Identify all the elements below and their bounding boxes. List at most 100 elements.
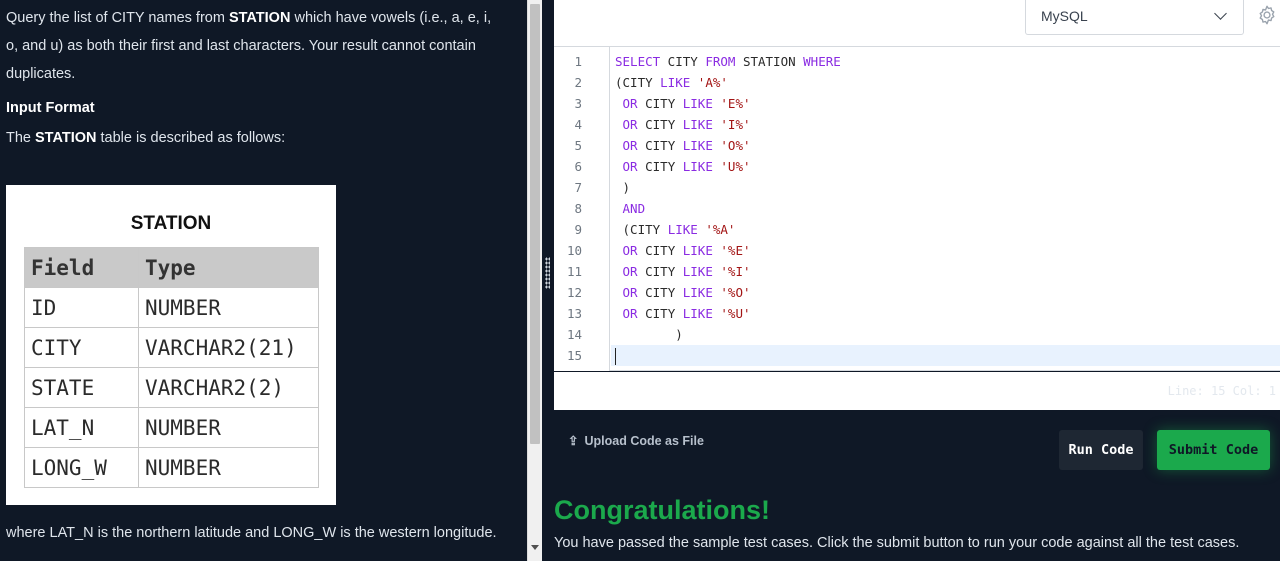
code-string: 'O%' <box>720 138 751 153</box>
editor-pane: MySQL 1 2 3 4 5 6 7 8 9 10 11 12 13 14 15 SELECT CITY … <box>554 0 1280 561</box>
code-string: '%O' <box>720 285 751 300</box>
type-cell: NUMBER <box>138 447 319 488</box>
upload-code-link[interactable]: ⇪ Upload Code as File <box>568 433 704 448</box>
code-keyword: OR <box>622 243 638 258</box>
upload-label: Upload Code as File <box>584 434 704 448</box>
problem-scrollbar[interactable] <box>527 0 542 561</box>
problem-pane: Query the list of CITY names from STATIO… <box>0 0 527 561</box>
code-token: CITY <box>637 285 683 300</box>
code-area[interactable]: SELECT CITY FROM STATION WHERE (CITY LIKE… <box>611 51 1280 366</box>
code-line <box>611 345 1280 366</box>
gear-icon[interactable] <box>1256 4 1278 26</box>
code-string: 'E%' <box>720 96 751 111</box>
code-line: OR CITY LIKE 'U%' <box>611 156 1280 177</box>
editor-toolbar: MySQL <box>554 0 1280 47</box>
scrollbar-thumb[interactable] <box>530 4 540 444</box>
line-number: 13 <box>566 306 582 321</box>
code-line: OR CITY LIKE 'I%' <box>611 114 1280 135</box>
code-token: CITY <box>637 264 683 279</box>
table-desc-name: STATION <box>35 130 97 146</box>
code-keyword: LIKE <box>660 75 691 90</box>
station-table-title: STATION <box>130 213 212 234</box>
code-line: SELECT CITY FROM STATION WHERE <box>611 51 1280 72</box>
code-token: CITY <box>660 54 706 69</box>
code-string: '%A' <box>705 222 736 237</box>
table-row: CITY VARCHAR2(21) <box>24 327 319 368</box>
table-header-row: Field Type <box>24 247 319 288</box>
cursor-position: Line: 15 Col: 1 <box>1167 384 1276 398</box>
code-string: 'A%' <box>697 75 728 90</box>
code-line: AND <box>611 198 1280 219</box>
code-line: ) <box>611 324 1280 345</box>
problem-table-name: STATION <box>228 10 291 26</box>
line-number: 5 <box>574 138 582 153</box>
code-keyword: OR <box>622 159 638 174</box>
run-code-button[interactable]: Run Code <box>1059 430 1143 470</box>
code-line: OR CITY LIKE 'E%' <box>611 93 1280 114</box>
language-select[interactable]: MySQL <box>1025 0 1244 35</box>
field-cell: LAT_N <box>24 407 139 448</box>
code-keyword: WHERE <box>803 54 841 69</box>
code-keyword: LIKE <box>682 159 713 174</box>
code-line: ) <box>611 177 1280 198</box>
drag-handle-icon[interactable] <box>545 257 550 289</box>
scroll-down-arrow-icon[interactable] <box>531 545 539 550</box>
input-format-heading: Input Format <box>6 100 95 116</box>
station-schema-image: STATION Field Type ID NUMBER CITY VARCHAR2… <box>6 185 336 505</box>
code-token: (CITY <box>615 75 661 90</box>
line-number: 3 <box>574 96 582 111</box>
line-number: 4 <box>574 117 582 132</box>
code-token: ) <box>615 327 683 342</box>
line-number: 12 <box>566 285 582 300</box>
code-token: CITY <box>637 306 683 321</box>
table-description: The STATION table is described as follow… <box>6 128 506 148</box>
code-string: '%U' <box>720 306 751 321</box>
field-cell: STATE <box>24 367 139 408</box>
pane-splitter[interactable] <box>542 0 554 561</box>
field-cell: ID <box>24 287 139 328</box>
code-token: CITY <box>637 96 683 111</box>
submit-code-button[interactable]: Submit Code <box>1157 430 1270 470</box>
type-cell: NUMBER <box>138 407 319 448</box>
station-schema-table: Field Type ID NUMBER CITY VARCHAR2(21) STA… <box>24 247 319 488</box>
result-message: You have passed the sample test cases. C… <box>554 535 1240 551</box>
result-title: Congratulations! <box>554 495 770 525</box>
problem-statement: Query the list of CITY names from STATIO… <box>6 4 506 148</box>
line-number: 2 <box>574 75 582 90</box>
code-keyword: AND <box>622 201 646 216</box>
type-cell: VARCHAR2(21) <box>138 327 319 368</box>
code-line: (CITY LIKE 'A%' <box>611 72 1280 93</box>
code-line: OR CITY LIKE '%O' <box>611 282 1280 303</box>
code-keyword: LIKE <box>667 222 698 237</box>
code-line: OR CITY LIKE '%E' <box>611 240 1280 261</box>
line-number: 11 <box>566 264 582 279</box>
code-keyword: OR <box>622 96 638 111</box>
code-line: OR CITY LIKE '%U' <box>611 303 1280 324</box>
code-string: '%E' <box>720 243 751 258</box>
line-number: 10 <box>566 243 582 258</box>
code-keyword: LIKE <box>682 285 713 300</box>
code-line: OR CITY LIKE 'O%' <box>611 135 1280 156</box>
column-header-type: Type <box>138 247 319 288</box>
problem-text: Query the list of CITY names from <box>6 10 229 26</box>
table-row: LAT_N NUMBER <box>24 407 319 448</box>
code-keyword: LIKE <box>682 96 713 111</box>
code-token: CITY <box>637 138 683 153</box>
code-keyword: OR <box>622 264 638 279</box>
table-desc-text: The <box>6 130 36 146</box>
chevron-down-icon <box>1214 7 1227 20</box>
code-keyword: OR <box>622 117 638 132</box>
line-number: 6 <box>574 159 582 174</box>
line-number: 8 <box>574 201 582 216</box>
line-number: 15 <box>566 348 582 363</box>
code-keyword: OR <box>622 285 638 300</box>
code-line: (CITY LIKE '%A' <box>611 219 1280 240</box>
type-cell: VARCHAR2(2) <box>138 367 319 408</box>
column-header-field: Field <box>24 247 139 288</box>
code-editor[interactable]: 1 2 3 4 5 6 7 8 9 10 11 12 13 14 15 SELECT CITY FROM S… <box>554 47 1280 371</box>
